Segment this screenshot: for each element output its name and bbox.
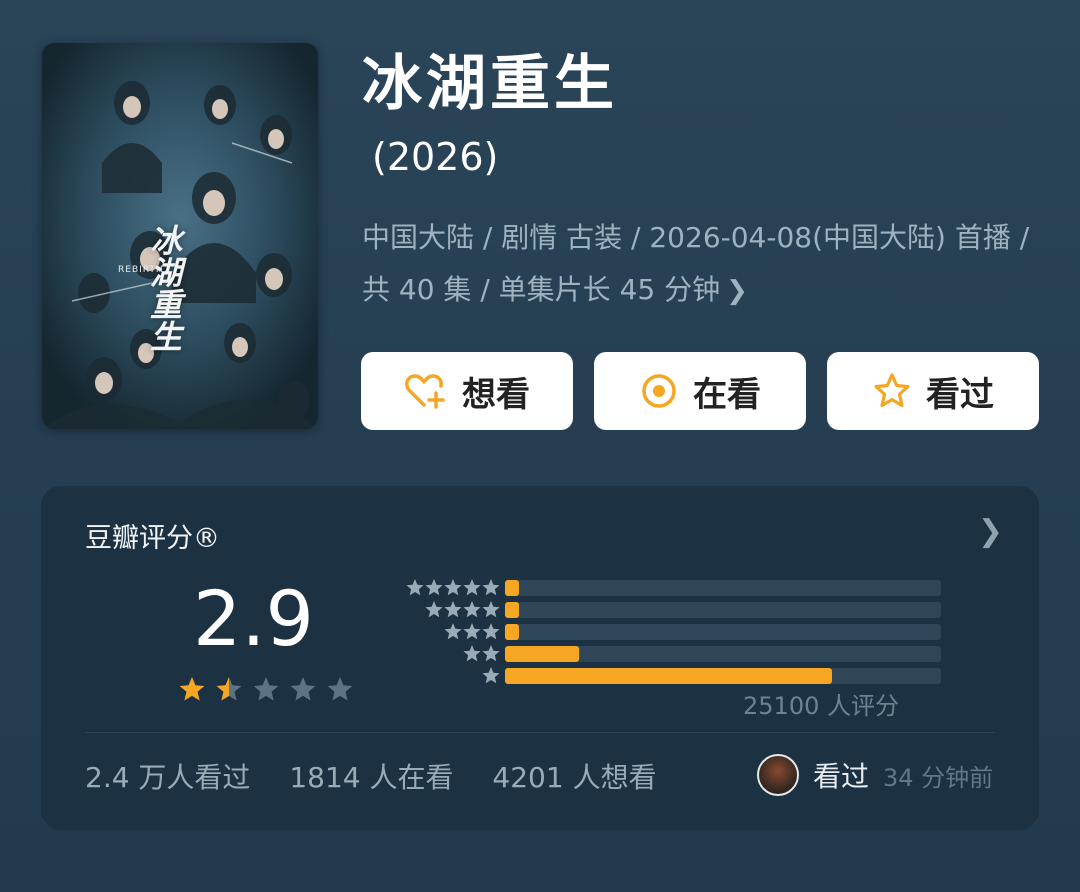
star-icon bbox=[874, 373, 910, 408]
watching-button[interactable]: 在看 bbox=[594, 352, 806, 430]
distribution-star bbox=[482, 579, 500, 596]
score-stars bbox=[179, 677, 353, 701]
distribution-track bbox=[505, 580, 941, 596]
distribution-star bbox=[482, 645, 500, 662]
distribution-star bbox=[425, 579, 443, 596]
distribution-star bbox=[463, 645, 481, 662]
rating-distribution bbox=[406, 579, 941, 684]
heart-plus-icon bbox=[405, 374, 445, 409]
watching-count[interactable]: 1814 人在看 bbox=[289, 761, 453, 794]
divider bbox=[85, 732, 995, 733]
distribution-bar bbox=[505, 668, 832, 684]
distribution-bar bbox=[505, 580, 519, 596]
watched-count[interactable]: 2.4 万人看过 bbox=[85, 761, 250, 794]
release-year: (2026) bbox=[372, 135, 499, 179]
poster-title-calligraphy: 冰湖重生 bbox=[150, 222, 183, 356]
audience-stats: 2.4 万人看过 1814 人在看 4201 人想看 bbox=[85, 756, 687, 796]
distribution-track bbox=[505, 602, 941, 618]
distribution-bar bbox=[505, 624, 519, 640]
distribution-bar bbox=[505, 646, 580, 662]
score-star bbox=[179, 677, 205, 701]
recent-time: 34 分钟前 bbox=[883, 763, 994, 792]
wanting-count[interactable]: 4201 人想看 bbox=[492, 761, 656, 794]
show-meta[interactable]: 中国大陆 / 剧情 古装 / 2026-04-08(中国大陆) 首播 / 共 4… bbox=[362, 212, 1052, 317]
rating-count: 25100 人评分 bbox=[743, 692, 899, 720]
distribution-star bbox=[406, 579, 424, 596]
want-label: 想看 bbox=[462, 374, 530, 415]
distribution-star bbox=[482, 601, 500, 618]
poster-title-english: REBIRTH bbox=[118, 265, 164, 275]
poster-image[interactable]: 冰湖重生 REBIRTH bbox=[42, 43, 318, 429]
avatar[interactable] bbox=[757, 754, 799, 796]
distribution-star bbox=[425, 601, 443, 618]
meta-text: 中国大陆 / 剧情 古装 / 2026-04-08(中国大陆) 首播 / 共 4… bbox=[362, 221, 1030, 306]
watched-label: 看过 bbox=[926, 374, 994, 415]
watching-label: 在看 bbox=[693, 374, 761, 415]
rating-card[interactable]: 豆瓣评分® ❯ 2.9 25100 人评分 2.4 万人看过 1814 人在看 … bbox=[41, 486, 1039, 830]
chevron-right-icon: ❯ bbox=[726, 276, 748, 306]
distribution-star bbox=[444, 579, 462, 596]
watched-button[interactable]: 看过 bbox=[827, 352, 1039, 430]
distribution-star bbox=[482, 623, 500, 640]
score-star bbox=[290, 677, 316, 701]
distribution-track bbox=[505, 624, 941, 640]
distribution-star bbox=[463, 601, 481, 618]
score-star bbox=[253, 677, 279, 701]
distribution-star bbox=[463, 623, 481, 640]
recent-label: 看过 bbox=[813, 760, 870, 793]
distribution-star bbox=[444, 623, 462, 640]
chevron-right-icon: ❯ bbox=[977, 514, 1003, 549]
rating-score: 2.9 bbox=[193, 574, 314, 663]
want-to-watch-button[interactable]: 想看 bbox=[361, 352, 573, 430]
distribution-star bbox=[444, 601, 462, 618]
score-star bbox=[327, 677, 353, 701]
distribution-bar bbox=[505, 602, 519, 618]
target-icon bbox=[642, 374, 676, 408]
recent-activity[interactable]: 看过 34 分钟前 bbox=[757, 754, 993, 796]
distribution-star bbox=[482, 667, 500, 684]
rating-header: 豆瓣评分® bbox=[85, 523, 220, 554]
show-title: 冰湖重生 bbox=[362, 49, 618, 119]
distribution-star bbox=[463, 579, 481, 596]
